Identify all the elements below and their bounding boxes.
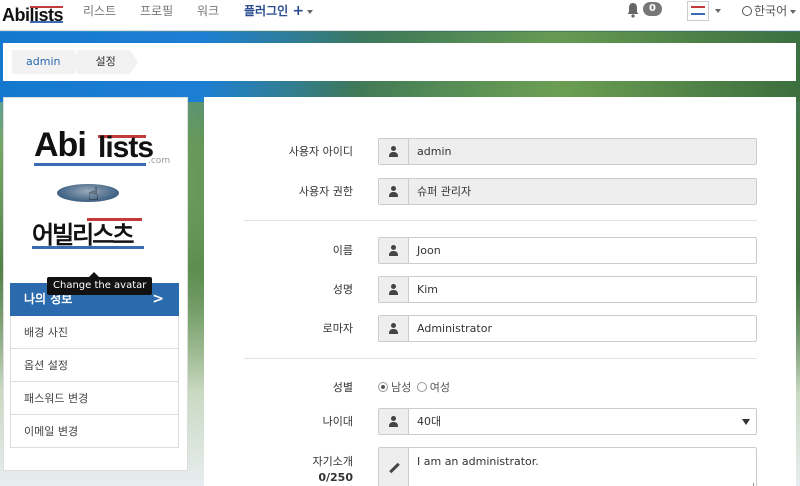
role-field: 슈퍼 관리자 — [378, 178, 757, 205]
menu-item-label: 이메일 변경 — [24, 425, 79, 438]
avatar-logo-lists: lists — [98, 131, 154, 164]
chevron-down-icon — [742, 419, 750, 425]
role-value: 슈퍼 관리자 — [417, 185, 472, 198]
plus-icon: + — [292, 3, 305, 19]
brand-text-lists: lists — [29, 4, 64, 25]
menu-item-email[interactable]: 이메일 변경 — [10, 415, 179, 448]
last-name-input[interactable]: Kim — [378, 276, 757, 303]
user-icon — [389, 245, 399, 256]
notification-badge[interactable]: 0 — [643, 2, 662, 16]
hand-cursor-icon: ☝ — [88, 184, 99, 205]
bell-icon[interactable] — [626, 2, 640, 18]
gender-female-radio[interactable] — [416, 382, 427, 392]
form-row-first-name: 이름 Joon — [204, 237, 796, 264]
first-name-label: 이름 — [332, 244, 353, 257]
user-icon — [389, 284, 399, 295]
chevron-down-icon — [307, 9, 314, 14]
gender-male-radio[interactable] — [378, 382, 388, 392]
avatar-logo-com: .com — [148, 156, 171, 166]
user-avatar[interactable] — [687, 1, 709, 21]
first-name-value: Joon — [417, 244, 441, 257]
nav-link-work[interactable]: 워크 — [197, 0, 219, 31]
language-selector[interactable]: 한국어 — [742, 0, 797, 22]
globe-icon — [742, 6, 752, 16]
romaja-value: Administrator — [417, 322, 492, 335]
user-icon — [389, 186, 399, 197]
menu-item-label: 패스워드 변경 — [24, 392, 89, 405]
bio-counter: 0/250 — [318, 471, 353, 484]
chevron-right-icon: > — [152, 291, 164, 307]
brand-text-abi: Abi — [2, 4, 30, 25]
user-id-field: admin — [378, 138, 757, 165]
chevron-down-icon[interactable] — [715, 9, 721, 13]
nav-link-plugin[interactable]: 플러그인 + — [244, 0, 314, 31]
bio-textarea[interactable]: I am an administrator. — [378, 447, 757, 486]
pencil-icon — [389, 463, 399, 473]
form-row-last-name: 성명 Kim — [204, 276, 796, 303]
language-label: 한국어 — [754, 4, 788, 18]
form-row-age: 나이대 40대 — [204, 408, 796, 435]
settings-menu: 나의 정보 > 배경 사진 옵션 설정 패스워드 변경 이메일 변경 — [10, 283, 179, 448]
user-icon — [389, 146, 399, 157]
logo-blue-line — [34, 163, 146, 166]
avatar-logo[interactable]: Abi lists .com — [34, 126, 174, 170]
menu-item-password[interactable]: 패스워드 변경 — [10, 382, 179, 415]
first-name-input[interactable]: Joon — [378, 237, 757, 264]
menu-item-background[interactable]: 배경 사진 — [10, 316, 179, 349]
gender-female-label[interactable]: 여성 — [430, 381, 450, 394]
form-row-bio: 자기소개 0/250 I am an administrator. — [204, 447, 796, 486]
user-icon — [389, 323, 399, 334]
gender-label: 성별 — [332, 381, 353, 394]
top-navbar: Abi lists 리스트 프로필 워크 플러그인 + 0 한국어 — [0, 0, 800, 31]
form-row-romaja: 로마자 Administrator — [204, 315, 796, 342]
plugin-label: 플러그인 — [244, 4, 289, 18]
user-id-label: 사용자 아이디 — [288, 145, 353, 158]
avatar-logo-korean: 어빌리스츠 — [32, 213, 152, 249]
logo-red-line — [87, 218, 142, 221]
breadcrumb-item-admin[interactable]: admin — [12, 50, 83, 74]
form-divider — [244, 220, 757, 221]
form-row-user-id: 사용자 아이디 admin — [204, 138, 796, 165]
chevron-down-icon — [790, 9, 797, 14]
menu-item-label: 배경 사진 — [24, 326, 68, 339]
nav-link-profile[interactable]: 프로필 — [140, 0, 173, 31]
age-label: 나이대 — [322, 415, 353, 428]
last-name-value: Kim — [417, 283, 438, 296]
profile-form: 사용자 아이디 admin 사용자 권한 슈퍼 관리자 이름 Joon 성명 K… — [204, 97, 796, 486]
user-id-value: admin — [417, 145, 452, 158]
breadcrumb-bar: admin 설정 — [3, 43, 796, 81]
nav-link-list[interactable]: 리스트 — [83, 0, 116, 31]
form-divider — [244, 358, 757, 359]
menu-item-options[interactable]: 옵션 설정 — [10, 349, 179, 382]
breadcrumb: admin 설정 — [12, 50, 139, 74]
age-value: 40대 — [417, 415, 442, 428]
bio-label: 자기소개 — [312, 455, 353, 468]
romaja-input[interactable]: Administrator — [378, 315, 757, 342]
form-row-gender: 성별 남성 여성 — [204, 374, 796, 401]
change-avatar-tooltip: Change the avatar — [47, 272, 153, 295]
last-name-label: 성명 — [332, 283, 353, 296]
menu-item-label: 옵션 설정 — [24, 359, 68, 372]
romaja-label: 로마자 — [322, 322, 353, 335]
bio-value: I am an administrator. — [417, 455, 539, 468]
brand-logo[interactable]: Abi lists — [2, 1, 64, 29]
age-select[interactable]: 40대 — [378, 408, 757, 435]
role-label: 사용자 권한 — [298, 185, 353, 198]
avatar-logo-abi: Abi — [34, 126, 87, 164]
gender-radio-group: 남성 여성 — [378, 374, 450, 401]
breadcrumb-item-settings: 설정 — [77, 50, 139, 74]
gender-male-label[interactable]: 남성 — [391, 381, 411, 394]
form-row-role: 사용자 권한 슈퍼 관리자 — [204, 178, 796, 205]
user-icon — [389, 416, 399, 427]
logo-blue-line — [32, 246, 144, 249]
